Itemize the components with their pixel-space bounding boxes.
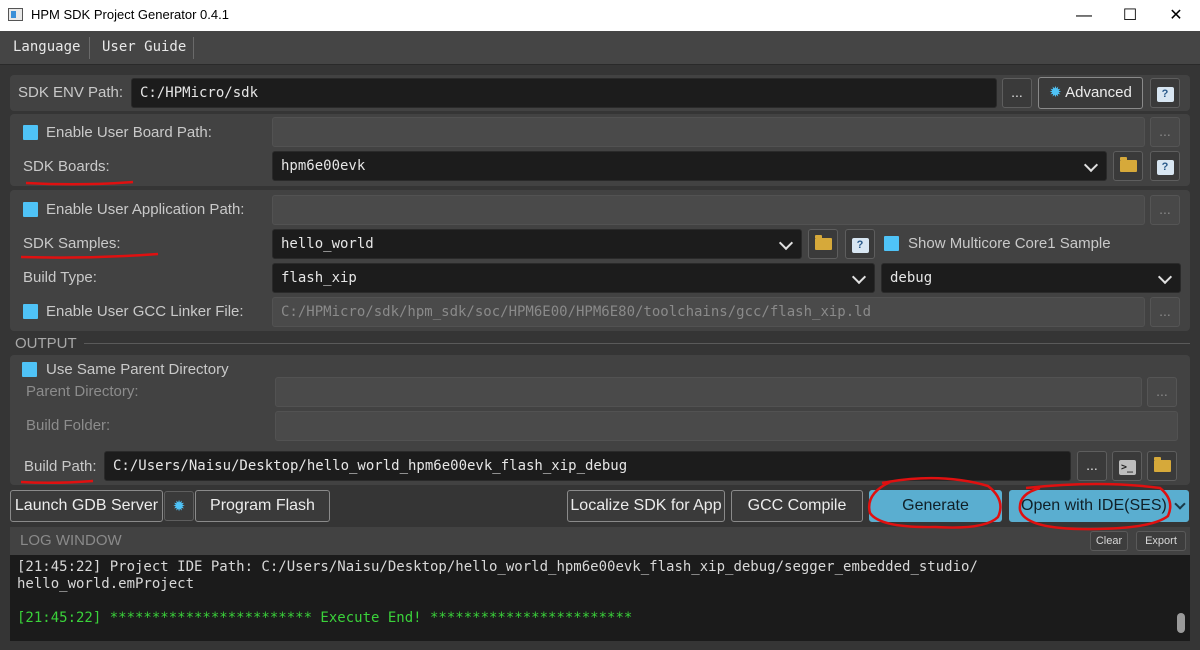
- minimize-icon[interactable]: —: [1061, 0, 1107, 31]
- build-type-select[interactable]: flash_xip: [272, 263, 875, 293]
- user-app-label: Enable User Application Path:: [46, 201, 245, 218]
- sdk-samples-label: SDK Samples:: [23, 235, 121, 252]
- same-parent-checkbox[interactable]: [22, 362, 37, 377]
- user-app-checkbox[interactable]: [23, 202, 38, 217]
- folder-icon: [1119, 157, 1137, 172]
- chevron-down-icon: [851, 269, 867, 285]
- gcc-compile-button[interactable]: GCC Compile: [731, 490, 863, 522]
- linker-checkbox[interactable]: [23, 304, 38, 319]
- menu-language[interactable]: Language: [13, 39, 80, 55]
- output-section-label: OUTPUT: [15, 335, 77, 352]
- build-folder-label: Build Folder:: [26, 417, 111, 434]
- user-board-browse-button[interactable]: ...: [1150, 117, 1180, 147]
- sdk-env-browse-button[interactable]: ...: [1002, 78, 1032, 108]
- open-ide-label: Open with IDE(SES): [1021, 497, 1167, 514]
- folder-icon: [814, 235, 832, 250]
- help-icon: ?: [1156, 87, 1174, 102]
- build-type-label: Build Type:: [23, 269, 97, 286]
- maximize-icon[interactable]: ☐: [1107, 0, 1153, 31]
- multicore-label: Show Multicore Core1 Sample: [908, 235, 1111, 252]
- output-divider: [84, 343, 1190, 344]
- user-board-path-input[interactable]: [272, 117, 1145, 147]
- menu-separator: [193, 37, 194, 59]
- sdk-samples-value: hello_world: [281, 236, 374, 252]
- log-output[interactable]: [21:45:22] Project IDE Path: C:/Users/Na…: [10, 555, 1190, 641]
- generate-button[interactable]: Generate: [869, 490, 1002, 522]
- user-app-browse-button[interactable]: ...: [1150, 195, 1180, 225]
- boards-help-button[interactable]: ?: [1150, 151, 1180, 181]
- sdk-env-path-input[interactable]: C:/HPMicro/sdk: [131, 78, 997, 108]
- parent-dir-browse-button[interactable]: ...: [1147, 377, 1177, 407]
- build-config-select[interactable]: debug: [881, 263, 1181, 293]
- build-path-browse-button[interactable]: ...: [1077, 451, 1107, 481]
- folder-icon: [1153, 457, 1171, 472]
- linker-label: Enable User GCC Linker File:: [46, 303, 244, 320]
- help-icon: ?: [851, 238, 869, 253]
- program-flash-button[interactable]: Program Flash: [195, 490, 330, 522]
- menu-separator: [89, 37, 90, 59]
- chevron-down-icon[interactable]: [1174, 498, 1186, 510]
- sdk-env-help-button[interactable]: ?: [1150, 78, 1180, 108]
- title-bar: HPM SDK Project Generator 0.4.1 — ☐ ✕: [0, 0, 1200, 31]
- log-line: [21:45:22] ************************ Exec…: [17, 610, 633, 626]
- build-folder-input[interactable]: [275, 411, 1178, 441]
- samples-folder-button[interactable]: [808, 229, 838, 259]
- sdk-env-label: SDK ENV Path:: [18, 84, 124, 101]
- sdk-boards-label: SDK Boards:: [23, 158, 110, 175]
- close-icon[interactable]: ✕: [1153, 0, 1199, 31]
- parent-dir-input[interactable]: [275, 377, 1142, 407]
- chevron-down-icon: [1083, 157, 1099, 173]
- advanced-label: Advanced: [1065, 84, 1132, 101]
- user-app-path-input[interactable]: [272, 195, 1145, 225]
- menu-bar: Language User Guide: [0, 31, 1200, 65]
- user-board-label: Enable User Board Path:: [46, 124, 212, 141]
- sdk-boards-value: hpm6e00evk: [281, 158, 366, 174]
- user-board-checkbox[interactable]: [23, 125, 38, 140]
- samples-help-button[interactable]: ?: [845, 229, 875, 259]
- advanced-button[interactable]: ✹ Advanced: [1038, 77, 1143, 109]
- linker-path-input[interactable]: C:/HPMicro/sdk/hpm_sdk/soc/HPM6E00/HPM6E…: [272, 297, 1145, 327]
- multicore-checkbox[interactable]: [884, 236, 899, 251]
- launch-gdb-button[interactable]: Launch GDB Server: [10, 490, 163, 522]
- log-header: [10, 527, 1190, 555]
- terminal-button[interactable]: >_: [1112, 451, 1142, 481]
- build-path-folder-button[interactable]: [1147, 451, 1177, 481]
- sdk-samples-select[interactable]: hello_world: [272, 229, 802, 259]
- build-path-input[interactable]: C:/Users/Naisu/Desktop/hello_world_hpm6e…: [104, 451, 1071, 481]
- app-icon: [8, 8, 23, 21]
- help-icon: ?: [1156, 160, 1174, 175]
- gdb-settings-button[interactable]: ✹: [164, 491, 194, 521]
- gear-icon: ✹: [1049, 84, 1062, 101]
- chevron-down-icon: [1157, 269, 1173, 285]
- log-clear-button[interactable]: Clear: [1090, 531, 1128, 551]
- parent-dir-label: Parent Directory:: [26, 383, 139, 400]
- open-ide-button[interactable]: Open with IDE(SES): [1009, 490, 1189, 522]
- same-parent-label: Use Same Parent Directory: [46, 361, 229, 378]
- gear-icon: ✹: [172, 498, 186, 515]
- menu-user-guide[interactable]: User Guide: [102, 39, 186, 55]
- log-title: LOG WINDOW: [20, 532, 122, 549]
- window-title: HPM SDK Project Generator 0.4.1: [31, 7, 229, 22]
- build-config-value: debug: [890, 270, 933, 286]
- log-scrollbar[interactable]: [1177, 613, 1185, 633]
- build-path-label: Build Path:: [24, 458, 97, 475]
- localize-sdk-button[interactable]: Localize SDK for App: [567, 490, 725, 522]
- log-line: hello_world.emProject: [17, 576, 195, 592]
- chevron-down-icon: [778, 235, 794, 251]
- boards-folder-button[interactable]: [1113, 151, 1143, 181]
- log-export-button[interactable]: Export: [1136, 531, 1186, 551]
- terminal-icon: >_: [1118, 460, 1136, 475]
- linker-browse-button[interactable]: ...: [1150, 297, 1180, 327]
- log-line: [21:45:22] Project IDE Path: C:/Users/Na…: [17, 559, 978, 575]
- build-type-value: flash_xip: [281, 270, 357, 286]
- sdk-boards-select[interactable]: hpm6e00evk: [272, 151, 1107, 181]
